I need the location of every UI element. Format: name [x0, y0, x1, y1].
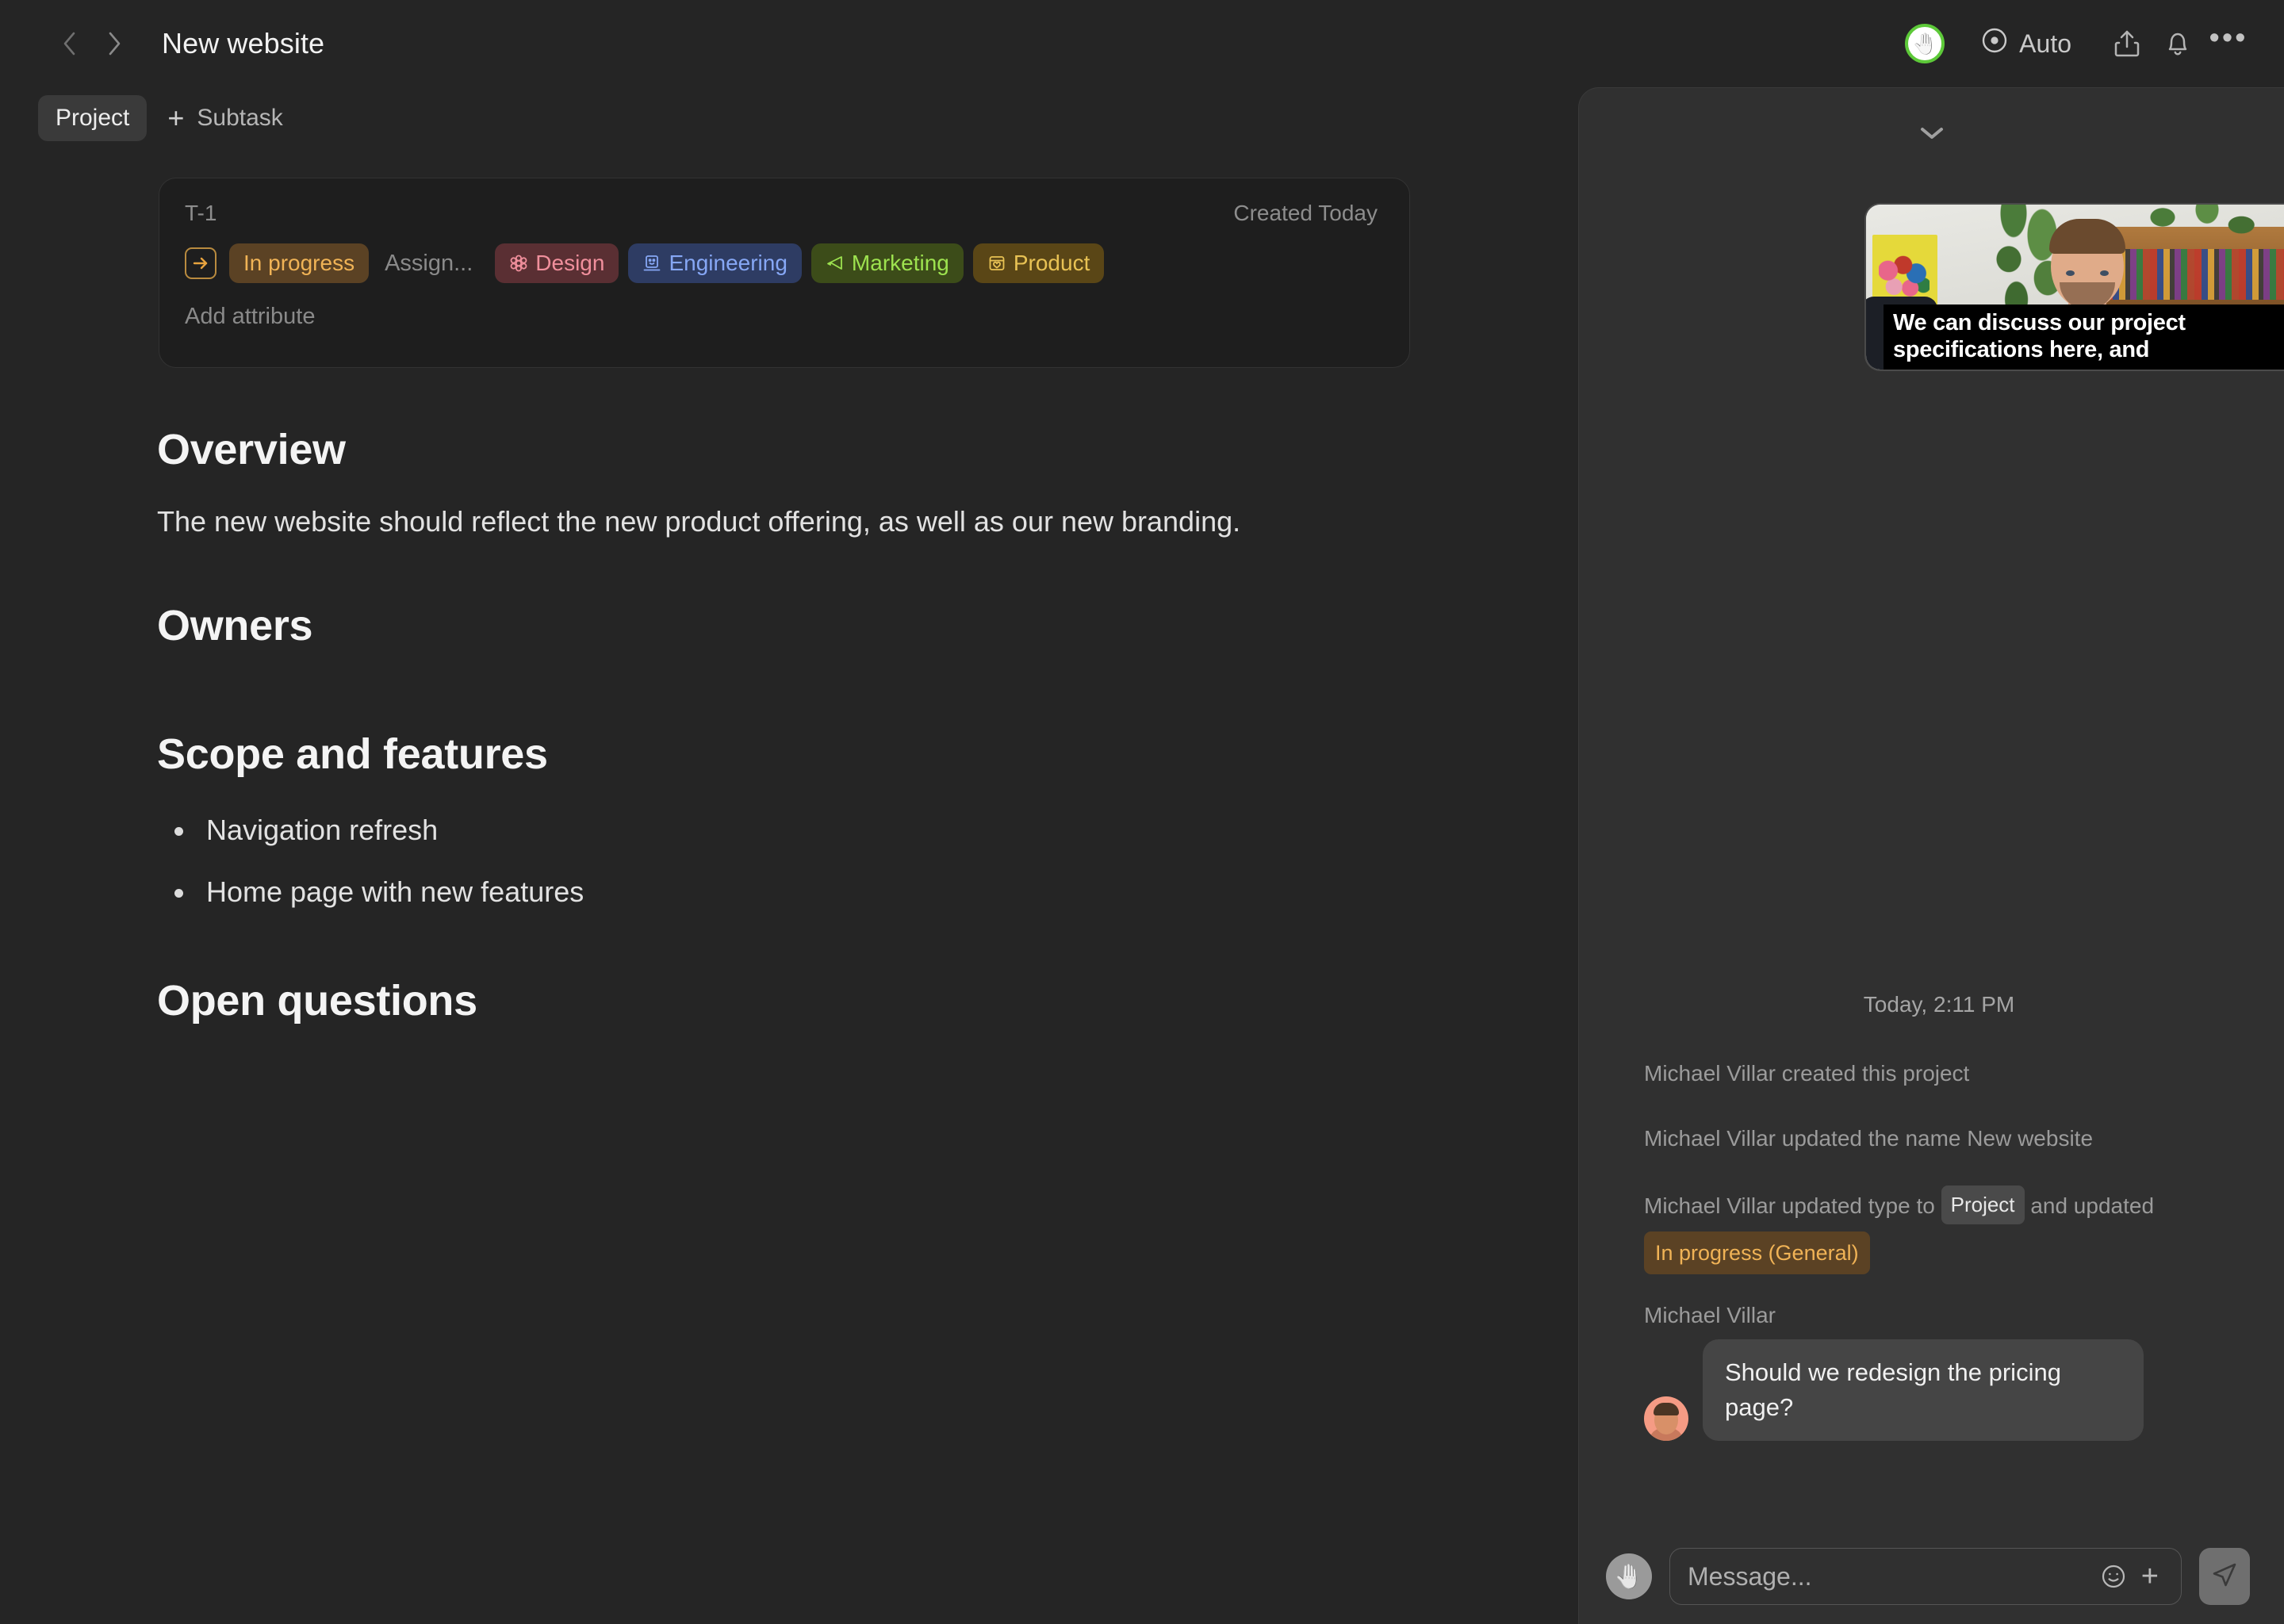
avatar[interactable] [1644, 1396, 1688, 1442]
type-row: Project + Subtask [38, 95, 299, 141]
top-bar-actions: 🤚 Auto ••• [1905, 0, 2254, 87]
chat-event-middle: and updated [2030, 1193, 2155, 1219]
chevron-left-icon [59, 30, 80, 57]
top-bar: New website 🤚 Auto ••• [0, 0, 2284, 87]
status-badge[interactable]: In progress [229, 243, 370, 283]
collapse-panel-button[interactable] [1579, 123, 2284, 146]
more-options-button[interactable]: ••• [2203, 18, 2254, 69]
tag-product-label: Product [1013, 251, 1090, 275]
auto-record-button[interactable]: Auto [1968, 21, 2084, 67]
list-item[interactable]: Navigation refresh [157, 810, 1442, 850]
tag-product[interactable]: Product [972, 243, 1105, 283]
message-input[interactable]: Message... + [1669, 1548, 2182, 1605]
task-created-date: Created Today [1233, 201, 1378, 225]
chat-event: Michael Villar created this project [1644, 1061, 1970, 1086]
bell-icon [2163, 28, 2192, 59]
chat-timestamp: Today, 2:11 PM [1863, 992, 2015, 1017]
chat-event-type-update: Michael Villar updated type to Project a… [1644, 1185, 2234, 1275]
heading-overview[interactable]: Overview [157, 425, 1442, 474]
video-thumbnail[interactable]: We can discuss our project specification… [1864, 203, 2284, 371]
send-paper-plane-icon [2210, 1561, 2239, 1593]
paragraph-overview[interactable]: The new website should reflect the new p… [157, 500, 1291, 544]
add-attribute-button[interactable]: Add attribute [159, 283, 1409, 330]
video-caption-line-1: We can discuss our project [1893, 309, 2186, 335]
add-subtask-label: Subtask [197, 105, 283, 131]
message-bubble[interactable]: Should we redesign the pricing page? [1703, 1339, 2144, 1442]
nav-arrows [52, 26, 132, 61]
inline-chip-status: In progress (General) [1644, 1231, 1870, 1275]
scope-list: Navigation refresh Home page with new fe… [157, 810, 1442, 913]
add-subtask-button[interactable]: + Subtask [151, 95, 298, 141]
task-attributes-card: T-1 Created Today In progress Assign... … [159, 178, 1410, 368]
chevron-right-icon [104, 30, 125, 57]
tag-marketing[interactable]: Marketing [811, 243, 964, 283]
tag-engineering-label: Engineering [669, 251, 788, 275]
add-attachment-button[interactable]: + [2141, 1561, 2163, 1591]
share-button[interactable] [2102, 18, 2152, 69]
chat-event: Michael Villar updated the name New webs… [1644, 1126, 2094, 1151]
heading-open-questions[interactable]: Open questions [157, 976, 1442, 1025]
tag-design-label: Design [535, 251, 605, 275]
heading-scope-and-features[interactable]: Scope and features [157, 730, 1442, 779]
waving-hand-avatar-icon: 🤚 [1614, 1563, 1644, 1590]
task-card-header: T-1 Created Today [159, 178, 1409, 226]
task-id: T-1 [185, 201, 217, 225]
status-badge-label: In progress [243, 251, 355, 275]
send-button[interactable] [2199, 1548, 2250, 1605]
heading-owners[interactable]: Owners [157, 601, 1442, 650]
plus-icon: + [167, 101, 185, 134]
type-chip-project[interactable]: Project [38, 95, 148, 141]
composer-avatar[interactable]: 🤚 [1606, 1553, 1652, 1599]
tag-design[interactable]: Design [495, 243, 619, 283]
video-caption-line-2: specifications here, and [1893, 336, 2150, 362]
message-composer: 🤚 Message... + [1579, 1529, 2284, 1624]
page-title[interactable]: New website [162, 27, 324, 60]
tag-marketing-label: Marketing [851, 251, 949, 275]
message-author: Michael Villar [1644, 1303, 1776, 1328]
forward-button[interactable] [97, 26, 132, 61]
inline-chip-project: Project [1941, 1185, 2025, 1225]
share-icon [2113, 28, 2141, 59]
laptop-icon [642, 254, 661, 273]
chat-log: Today, 2:11 PM Michael Villar created th… [1579, 992, 2284, 1442]
arrow-right-in-box-icon[interactable] [185, 247, 217, 279]
design-flower-icon [509, 254, 528, 273]
record-target-icon [1981, 27, 2008, 60]
app-root: New website 🤚 Auto ••• Project + Subtask… [0, 0, 2284, 1624]
assignee-placeholder[interactable]: Assign... [385, 251, 473, 277]
waving-hand-avatar-icon: 🤚 [1911, 32, 1938, 56]
message-input-placeholder: Message... [1688, 1561, 1812, 1591]
notifications-button[interactable] [2152, 18, 2203, 69]
video-caption: We can discuss our project specification… [1884, 304, 2284, 370]
chevron-down-icon [1916, 123, 1948, 146]
chat-event-prefix: Michael Villar updated type to [1644, 1193, 1935, 1219]
back-button[interactable] [52, 26, 87, 61]
list-item[interactable]: Home page with new features [157, 872, 1442, 912]
document-body: Overview The new website should reflect … [157, 425, 1442, 1025]
task-attribute-row: In progress Assign... Design Engineering [159, 226, 1409, 283]
smiley-icon[interactable] [2100, 1563, 2127, 1590]
tag-engineering[interactable]: Engineering [628, 243, 802, 283]
presence-avatar[interactable]: 🤚 [1905, 24, 1945, 63]
auto-label: Auto [2019, 29, 2071, 58]
chat-panel: We can discuss our project specification… [1578, 87, 2284, 1624]
product-heart-icon [987, 254, 1006, 273]
chat-message: Should we redesign the pricing page? [1644, 1339, 2234, 1442]
megaphone-icon [826, 254, 845, 273]
